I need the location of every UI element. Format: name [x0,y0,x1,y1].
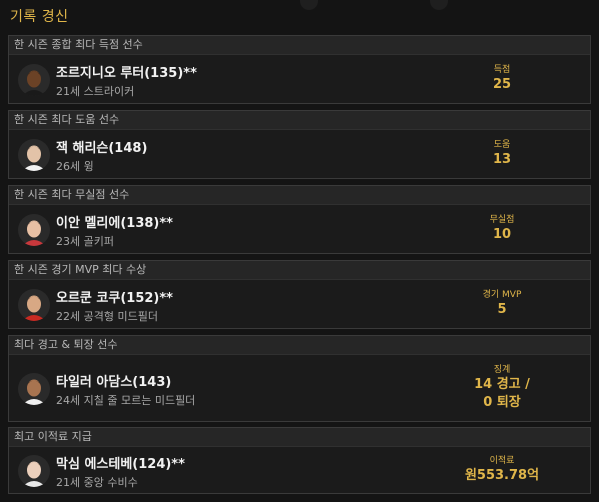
stat-label: 무실점 [489,215,515,225]
stat-value: 13 [492,152,512,167]
player-name[interactable]: 타일러 아담스(143) [56,371,171,390]
record-card[interactable]: 한 시즌 경기 MVP 최다 수상오르쿤 코쿠(152)** 22세 공격형 미드… [8,260,591,329]
player-name[interactable]: 잭 해리슨(148) [56,137,147,156]
player-photo-icon [18,214,50,246]
player-name[interactable]: 조르지니오 루터(135)** [56,62,197,81]
record-stat: 징계 14 경고 / 0 퇴장 [442,364,562,412]
record-stat: 도움 13 [442,139,562,169]
player-photo-icon [18,139,50,171]
player-photo-icon [18,373,50,405]
player-info: 22세 공격형 미드필더 [56,310,158,323]
player-name[interactable]: 이안 멜리에(138)** [56,212,173,231]
stat-value: 원553.78억 [464,468,540,483]
page-title: 기록 경신 [10,9,69,25]
player-info: 26세 윙 [56,160,94,173]
player-info: 23세 골키퍼 [56,235,114,248]
record-stat: 무실점 10 [442,214,562,244]
stat-value: 25 [492,77,512,92]
player-info: 24세 지칠 줄 모르는 미드필더 [56,394,196,407]
record-category: 최다 경고 & 퇴장 선수 [9,336,590,355]
stat-value: 10 [492,227,512,242]
player-info: 21세 스트라이커 [56,85,135,98]
record-category: 한 시즌 최다 도움 선수 [9,111,590,130]
record-card[interactable]: 최고 이적료 지급막심 에스테베(124)** 21세 중앙 수비수 이적료원553… [8,427,591,494]
decorative-dot [300,0,318,10]
record-category: 최고 이적료 지급 [9,428,590,447]
record-stat: 이적료원553.78억 [442,455,562,485]
record-category: 한 시즌 경기 MVP 최다 수상 [9,261,590,280]
stat-label: 이적료 [489,456,515,466]
stat-label: 도움 [493,140,511,150]
stat-label: 득점 [493,65,511,75]
record-stat: 경기 MVP 5 [442,289,562,319]
player-name[interactable]: 막심 에스테베(124)** [56,453,185,472]
record-card[interactable]: 한 시즌 최다 무실점 선수이안 멜리에(138)** 23세 골키퍼 무실점 10 [8,185,591,254]
decorative-dot [430,0,448,10]
record-card[interactable]: 최다 경고 & 퇴장 선수타일러 아담스(143) 24세 지칠 줄 모르는 미드… [8,335,591,422]
player-photo-icon [18,289,50,321]
player-name[interactable]: 오르쿤 코쿠(152)** [56,287,173,306]
stat-label: 징계 [493,365,511,375]
player-photo-icon [18,455,50,487]
stat-label: 경기 MVP [482,290,522,300]
stat-value: 5 [497,302,507,317]
record-card[interactable]: 한 시즌 최다 도움 선수잭 해리슨(148) 26세 윙 도움 13 [8,110,591,179]
player-info: 21세 중앙 수비수 [56,476,138,489]
player-photo-icon [18,64,50,96]
record-category: 한 시즌 종합 최다 득점 선수 [9,36,590,55]
record-card[interactable]: 한 시즌 종합 최다 득점 선수조르지니오 루터(135)** 21세 스트라이커… [8,35,591,104]
record-category: 한 시즌 최다 무실점 선수 [9,186,590,205]
record-stat: 득점 25 [442,64,562,94]
stat-value: 14 경고 / 0 퇴장 [474,377,530,410]
